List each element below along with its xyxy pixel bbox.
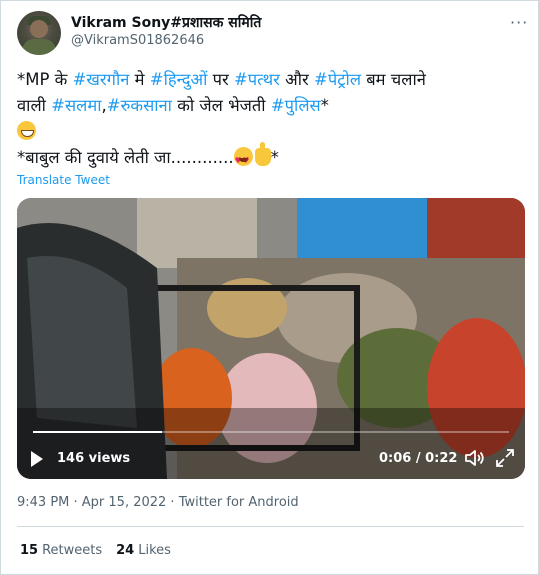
grinning-face-icon <box>17 121 36 140</box>
hashtag-link[interactable]: #पुलिस <box>271 96 321 115</box>
hashtag-link[interactable]: #खरगौन <box>73 70 130 89</box>
video-progress-fill <box>33 431 162 433</box>
retweets-label: Retweets <box>42 543 103 558</box>
tweet-card: Vikram Sony#प्रशासक समिति @VikramS018626… <box>0 0 539 575</box>
heart-eyes-face-icon <box>233 147 253 174</box>
video-time: 0:06 / 0:22 <box>379 451 458 466</box>
tweet-text-segment: वाली <box>17 96 52 115</box>
tweet-text-segment: * <box>320 96 329 115</box>
avatar-head-shape <box>30 20 48 38</box>
avatar-body-shape <box>22 39 56 55</box>
tweet-line-2: वाली #सलमा,#रुकसाना को जेल भेजती #पुलिस* <box>17 93 522 119</box>
hashtag-link[interactable]: #पेट्रोल <box>314 70 361 89</box>
tweet-line-4: *बाबुल की दुवाये लेती जा............ * <box>17 142 522 174</box>
tweet-stats: 15 Retweets 24 Likes <box>20 543 171 558</box>
tweet-text-segment: मे <box>129 70 150 89</box>
hashtag-link[interactable]: #रुकसाना <box>107 96 172 115</box>
volume-icon[interactable] <box>464 448 486 468</box>
tweet-line-4-suffix: * <box>270 148 279 167</box>
play-icon[interactable] <box>31 451 43 467</box>
pointing-up-hand-icon <box>254 142 271 166</box>
tweet-text-segment: बम चलाने <box>361 70 426 89</box>
tweet-text-segment: को जेल भेजती <box>171 96 271 115</box>
likes-count: 24 <box>116 543 135 558</box>
hashtag-link[interactable]: #पत्थर <box>234 70 280 89</box>
fullscreen-icon[interactable] <box>495 448 515 468</box>
more-options-icon[interactable]: ··· <box>510 13 528 32</box>
video-view-count: 146 views <box>57 451 131 466</box>
likes-label: Likes <box>138 543 171 558</box>
retweets-stat[interactable]: 15 Retweets <box>20 543 102 558</box>
hashtag-link[interactable]: #हिन्दुओं <box>150 70 208 89</box>
video-progress-bar[interactable] <box>33 431 509 433</box>
author-name[interactable]: Vikram Sony#प्रशासक समिति <box>71 13 261 32</box>
hashtag-link[interactable]: #सलमा <box>51 96 101 115</box>
likes-stat[interactable]: 24 Likes <box>116 543 171 558</box>
tweet-timestamp[interactable]: 9:43 PM · Apr 15, 2022 · Twitter for And… <box>17 495 299 510</box>
author-handle[interactable]: @VikramS01862646 <box>71 33 204 48</box>
translate-tweet-link[interactable]: Translate Tweet <box>17 173 110 187</box>
tweet-line-4-text: *बाबुल की दुवाये लेती जा............ <box>17 148 234 167</box>
tweet-text-segment: *MP के <box>17 70 73 89</box>
retweets-count: 15 <box>20 543 39 558</box>
tweet-line-1: *MP के #खरगौन मे #हिन्दुओं पर #पत्थर और … <box>17 67 522 93</box>
tweet-text-segment: पर <box>207 70 234 89</box>
tweet-text-segment: और <box>279 70 315 89</box>
tweet-text: *MP के #खरगौन मे #हिन्दुओं पर #पत्थर और … <box>17 67 522 174</box>
video-player[interactable]: 146 views 0:06 / 0:22 <box>17 198 525 479</box>
avatar[interactable] <box>17 11 61 55</box>
divider <box>17 526 524 527</box>
tweet-line-3 <box>17 119 522 145</box>
video-frame <box>17 198 525 479</box>
